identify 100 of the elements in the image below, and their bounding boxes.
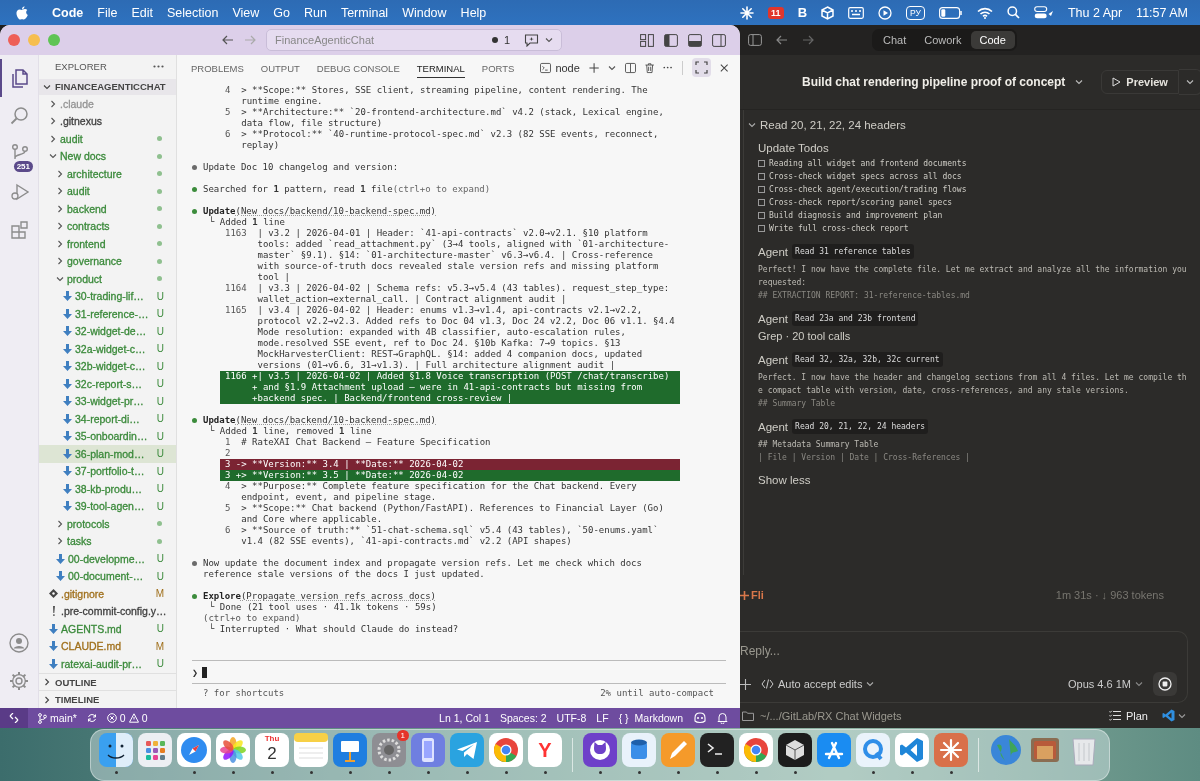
menu-item[interactable]: File	[97, 5, 118, 20]
plan-button[interactable]: Plan	[1108, 709, 1148, 722]
terminal-name[interactable]: node	[555, 61, 580, 74]
tree-item[interactable]: architecture	[39, 165, 176, 183]
face-icon[interactable]	[99, 732, 133, 767]
task-chip[interactable]: Read 32, 32a, 32b, 32c current	[792, 352, 943, 367]
panel-tab[interactable]: OUTPUT	[260, 57, 300, 78]
workspace-header[interactable]: FINANCEAGENTICCHAT	[39, 78, 176, 96]
status-letter[interactable]: B	[797, 5, 807, 20]
tree-item[interactable]: 35-onboardin… U	[39, 427, 176, 446]
menu-item[interactable]: Selection	[166, 5, 219, 20]
menu-item[interactable]: Help	[460, 5, 487, 20]
maximize-button[interactable]	[691, 58, 711, 77]
tree-item[interactable]: 30-trading-lif… U	[39, 287, 176, 306]
folder-icon[interactable]	[742, 710, 754, 721]
letter-a-icon[interactable]	[817, 732, 851, 767]
compass-icon[interactable]	[177, 732, 211, 767]
conversation-title[interactable]: Build chat rendering pipeline proof of concept	[802, 75, 1066, 89]
group-header[interactable]: Read 20, 21, 22, 24 headers	[748, 117, 1190, 133]
tree-item[interactable]: .claude	[39, 95, 176, 113]
tree-item[interactable]: 31-reference-… U	[39, 305, 176, 323]
forward-arrow-icon[interactable]	[802, 35, 814, 45]
letter-icon[interactable]	[528, 732, 562, 767]
sidebar-left-icon[interactable]	[664, 33, 678, 47]
plus-icon[interactable]	[740, 678, 751, 690]
tree-item[interactable]: 37-portfolio-t… U	[39, 462, 176, 481]
model-selector[interactable]: Opus 4.6 1M	[1068, 678, 1143, 690]
sidebar-right-icon[interactable]	[712, 33, 726, 47]
status-item[interactable]: Spaces: 2	[499, 712, 547, 724]
time-text[interactable]: 11:57 AM	[1136, 5, 1188, 20]
remote-button[interactable]	[0, 708, 28, 728]
panel-tab[interactable]: PORTS	[481, 57, 515, 78]
preview-button[interactable]: Preview	[1101, 70, 1179, 94]
tree-item[interactable]: protocols	[39, 515, 176, 533]
tree-item[interactable]: governance	[39, 252, 176, 271]
branch-button[interactable]: main*	[38, 712, 77, 724]
more-icon[interactable]	[153, 65, 164, 69]
problems-button[interactable]: 0 0	[106, 712, 148, 724]
tree-item[interactable]: .gitignore M	[39, 585, 176, 603]
chat-bubble-icon[interactable]	[524, 33, 539, 47]
burst-icon[interactable]	[934, 732, 968, 767]
tree-item[interactable]: AGENTS.md U	[39, 620, 176, 638]
calendar-icon[interactable]	[255, 732, 289, 767]
tree-item[interactable]: product	[39, 270, 176, 288]
close-icon[interactable]	[719, 62, 728, 73]
task-chip[interactable]: Read 31 reference tables	[792, 244, 914, 259]
section-header[interactable]: OUTLINE	[39, 672, 176, 691]
tree-item[interactable]: 32-widget-de… U	[39, 322, 176, 341]
task-chip[interactable]: Read 20, 21, 22, 24 headers	[792, 419, 929, 434]
tree-item[interactable]: CLAUDE.md M	[39, 637, 176, 656]
stop-button[interactable]	[1153, 672, 1177, 696]
tree-item[interactable]: 39-tool-agen… U	[39, 497, 176, 516]
menu-item[interactable]: Window	[402, 5, 447, 20]
more-icon[interactable]	[663, 66, 673, 69]
browser-icon[interactable]	[739, 732, 773, 767]
panel-tab[interactable]: DEBUG CONSOLE	[316, 57, 400, 78]
todo-checkbox[interactable]	[758, 173, 765, 180]
sync-icon[interactable]	[86, 713, 97, 723]
tree-item[interactable]: .pre-commit-config.y…	[39, 602, 176, 621]
trash-icon[interactable]	[645, 61, 655, 74]
wifi-icon[interactable]	[976, 6, 993, 19]
mode-selector[interactable]: Auto accept edits	[761, 678, 875, 690]
play-circle-icon[interactable]	[878, 5, 892, 20]
tree-item[interactable]: backend	[39, 200, 176, 218]
reply-box[interactable]: Reply... Auto accept edits Opus 4.6 1M	[740, 631, 1188, 703]
tree-item[interactable]: New docs	[39, 147, 176, 166]
grid-icon[interactable]	[138, 732, 172, 767]
ring-icon[interactable]	[856, 732, 890, 767]
cylinder-icon[interactable]	[622, 732, 656, 767]
tree-item[interactable]: audit	[39, 182, 176, 201]
bell-icon[interactable]	[717, 712, 728, 724]
todo-checkbox[interactable]	[758, 225, 765, 232]
terminal-icon[interactable]	[540, 61, 552, 74]
plus-icon[interactable]	[588, 61, 600, 74]
todo-checkbox[interactable]	[758, 186, 765, 193]
back-arrow-icon[interactable]	[222, 35, 234, 45]
keyboard-icon[interactable]	[848, 6, 864, 19]
mode-tab[interactable]: Cowork	[915, 31, 971, 49]
panel-bottom-icon[interactable]	[688, 33, 702, 47]
tree-item[interactable]: 32a-widget-c… U	[39, 340, 176, 358]
status-item[interactable]: LF	[596, 712, 609, 724]
status-item[interactable]: Ln 1, Col 1	[439, 712, 490, 724]
tree-item[interactable]: 32b-widget-c… U	[39, 357, 176, 376]
language-mode-button[interactable]: { } Markdown	[618, 712, 683, 724]
cat-silhouette-icon[interactable]	[583, 732, 617, 767]
tree-item[interactable]: frontend	[39, 235, 176, 253]
browser-icon[interactable]	[489, 732, 523, 767]
search-icon[interactable]	[1006, 6, 1020, 19]
show-less-link[interactable]: Show less	[758, 474, 1190, 486]
terminal-icon[interactable]	[700, 732, 734, 767]
mode-tab[interactable]: Code	[970, 31, 1015, 49]
account-icon[interactable]	[8, 632, 30, 654]
tree-item[interactable]: 38-kb-produ… U	[39, 480, 176, 498]
todo-checkbox[interactable]	[758, 212, 765, 219]
menu-item[interactable]: Run	[303, 5, 327, 20]
flower-icon[interactable]	[216, 732, 250, 767]
phone-icon[interactable]	[411, 732, 445, 767]
cube-icon[interactable]	[778, 732, 812, 767]
tree-item[interactable]: tasks	[39, 532, 176, 551]
status-item[interactable]: UTF-8	[556, 712, 587, 724]
